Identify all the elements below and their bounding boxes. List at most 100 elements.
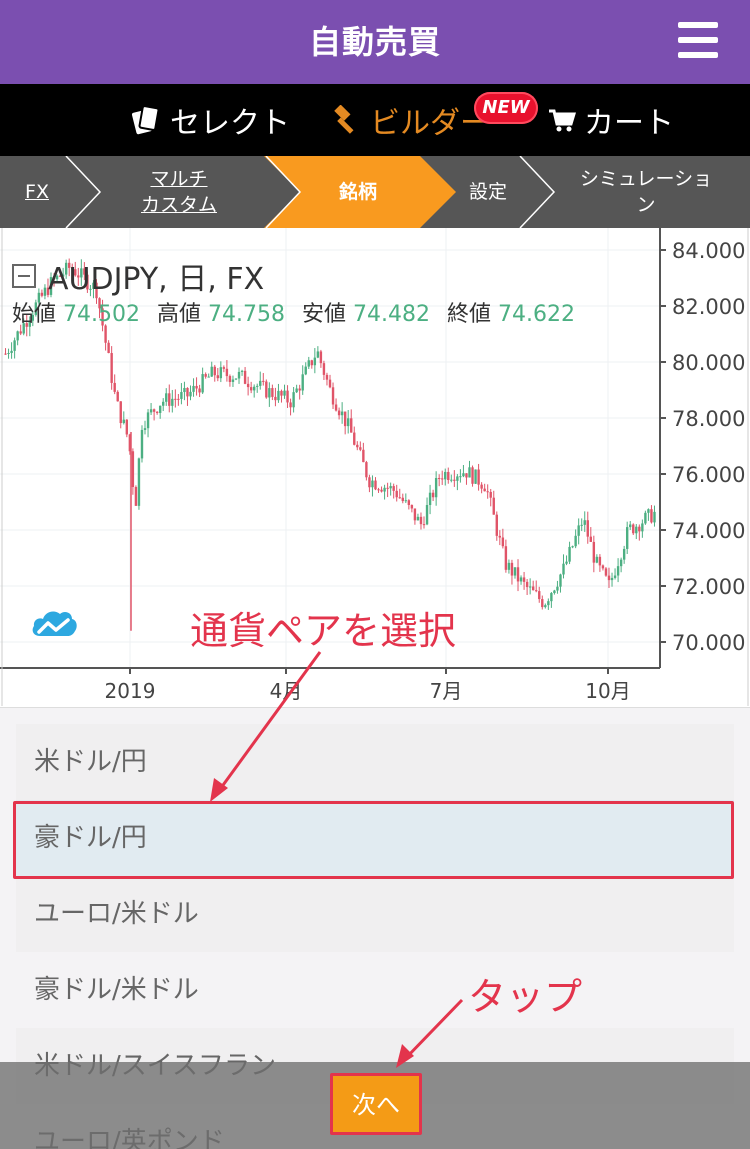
candle-body bbox=[577, 525, 580, 536]
y-tick-label: 80.000 bbox=[672, 351, 745, 375]
candle-body bbox=[386, 487, 389, 489]
candle-body bbox=[359, 447, 362, 450]
candle-body bbox=[516, 567, 520, 582]
candle-body bbox=[180, 392, 183, 399]
candle-body bbox=[186, 387, 189, 397]
candle-body bbox=[565, 561, 568, 564]
candle-body bbox=[434, 478, 438, 498]
candle-body bbox=[638, 526, 641, 532]
candle-body bbox=[271, 388, 274, 397]
candle-body bbox=[158, 405, 162, 413]
candle-body bbox=[592, 541, 596, 563]
ohlc-high-value: 74.758 bbox=[208, 302, 285, 327]
currency-pair-item[interactable]: 豪ドル/米ドル bbox=[16, 952, 734, 1028]
y-tick-label: 78.000 bbox=[672, 407, 745, 431]
ohlc-readout: 始値 74.502 高値 74.758 安値 74.482 終値 74.622 bbox=[12, 296, 585, 328]
currency-pair-item[interactable]: 米ドル/円 bbox=[16, 724, 734, 800]
candle-body bbox=[368, 477, 371, 488]
candle-body bbox=[304, 366, 307, 375]
candle-body bbox=[562, 563, 565, 575]
candle-body bbox=[249, 387, 253, 391]
candle-body bbox=[116, 391, 119, 402]
candle-body bbox=[240, 370, 244, 372]
candle-body bbox=[444, 471, 447, 480]
candle-body bbox=[277, 390, 280, 401]
nav-cart[interactable]: カート bbox=[548, 84, 674, 156]
candle-body bbox=[574, 535, 577, 547]
candle-body bbox=[586, 520, 589, 537]
candle-body bbox=[337, 410, 341, 416]
candle-body bbox=[171, 398, 174, 406]
x-tick-label: 7月 bbox=[430, 679, 463, 703]
page-title: 自動売買 bbox=[308, 23, 441, 61]
candle-body bbox=[392, 486, 395, 491]
candle-body bbox=[541, 599, 544, 608]
candle-body bbox=[398, 497, 401, 499]
candle-body bbox=[259, 380, 262, 386]
nav-cart-label: カート bbox=[584, 106, 674, 141]
step-multi-custom[interactable]: マルチ カスタム bbox=[120, 156, 238, 228]
candle-body bbox=[316, 351, 320, 358]
y-tick-label: 72.000 bbox=[672, 575, 745, 599]
nav-select-label: セレクト bbox=[170, 106, 290, 141]
step-fx[interactable]: FX bbox=[10, 156, 64, 228]
candle-body bbox=[644, 512, 647, 524]
candle-body bbox=[559, 574, 562, 587]
candle-body bbox=[419, 516, 423, 525]
top-nav: セレクト ビルダー カート bbox=[0, 84, 750, 156]
ohlc-low-value: 74.482 bbox=[353, 302, 430, 327]
candle-body bbox=[498, 535, 502, 538]
candle-body bbox=[246, 383, 250, 388]
candle-body bbox=[340, 411, 344, 416]
candle-body bbox=[513, 567, 517, 576]
currency-pair-item[interactable]: ユーロ/米ドル bbox=[16, 876, 734, 952]
candle-body bbox=[289, 402, 292, 408]
candle-body bbox=[252, 386, 256, 391]
candle-body bbox=[198, 388, 201, 393]
step-breadcrumb: FX マルチ カスタム 銘柄 設定 シミュレーショ ン bbox=[0, 156, 750, 228]
y-tick-label: 70.000 bbox=[672, 631, 745, 655]
ohlc-high-label: 高値 bbox=[157, 302, 202, 327]
candle-body bbox=[322, 363, 326, 375]
candle-body bbox=[489, 491, 492, 498]
candle-body bbox=[407, 500, 411, 506]
candle-body bbox=[480, 484, 483, 489]
candle-body bbox=[331, 387, 335, 405]
candle-body bbox=[547, 601, 550, 606]
candle-body bbox=[274, 396, 277, 401]
candle-body bbox=[155, 411, 159, 413]
candle-body bbox=[256, 385, 259, 387]
candle-body bbox=[413, 508, 417, 521]
candle-body bbox=[125, 419, 129, 435]
candle-body bbox=[165, 393, 168, 402]
ohlc-low-label: 安値 bbox=[302, 302, 347, 327]
candle-body bbox=[428, 492, 432, 506]
candle-body bbox=[544, 605, 547, 608]
candle-body bbox=[550, 593, 553, 602]
candle-body bbox=[583, 520, 586, 525]
candle-body bbox=[356, 444, 359, 448]
candle-body bbox=[152, 409, 156, 412]
nav-select[interactable]: セレクト bbox=[130, 84, 290, 156]
candle-body bbox=[604, 568, 608, 576]
candle-body bbox=[495, 514, 498, 536]
y-tick-label: 84.000 bbox=[672, 239, 745, 263]
ohlc-open-label: 始値 bbox=[12, 302, 57, 327]
collapse-toggle-icon[interactable] bbox=[12, 264, 36, 288]
candle-body bbox=[410, 505, 414, 509]
candle-body bbox=[632, 524, 635, 534]
candle-body bbox=[580, 524, 583, 526]
candle-body bbox=[437, 478, 441, 480]
candle-body bbox=[283, 390, 286, 396]
candle-body bbox=[213, 366, 216, 376]
candle-body bbox=[131, 451, 135, 488]
candle-body bbox=[619, 559, 623, 567]
hamburger-menu-icon[interactable] bbox=[678, 22, 718, 58]
candle-body bbox=[401, 497, 404, 502]
next-button[interactable]: 次へ bbox=[330, 1073, 422, 1135]
nav-builder[interactable]: ビルダー bbox=[332, 84, 490, 156]
candle-body bbox=[462, 473, 465, 477]
candle-body bbox=[383, 487, 386, 492]
candle-body bbox=[441, 478, 444, 480]
candle-body bbox=[122, 419, 125, 424]
